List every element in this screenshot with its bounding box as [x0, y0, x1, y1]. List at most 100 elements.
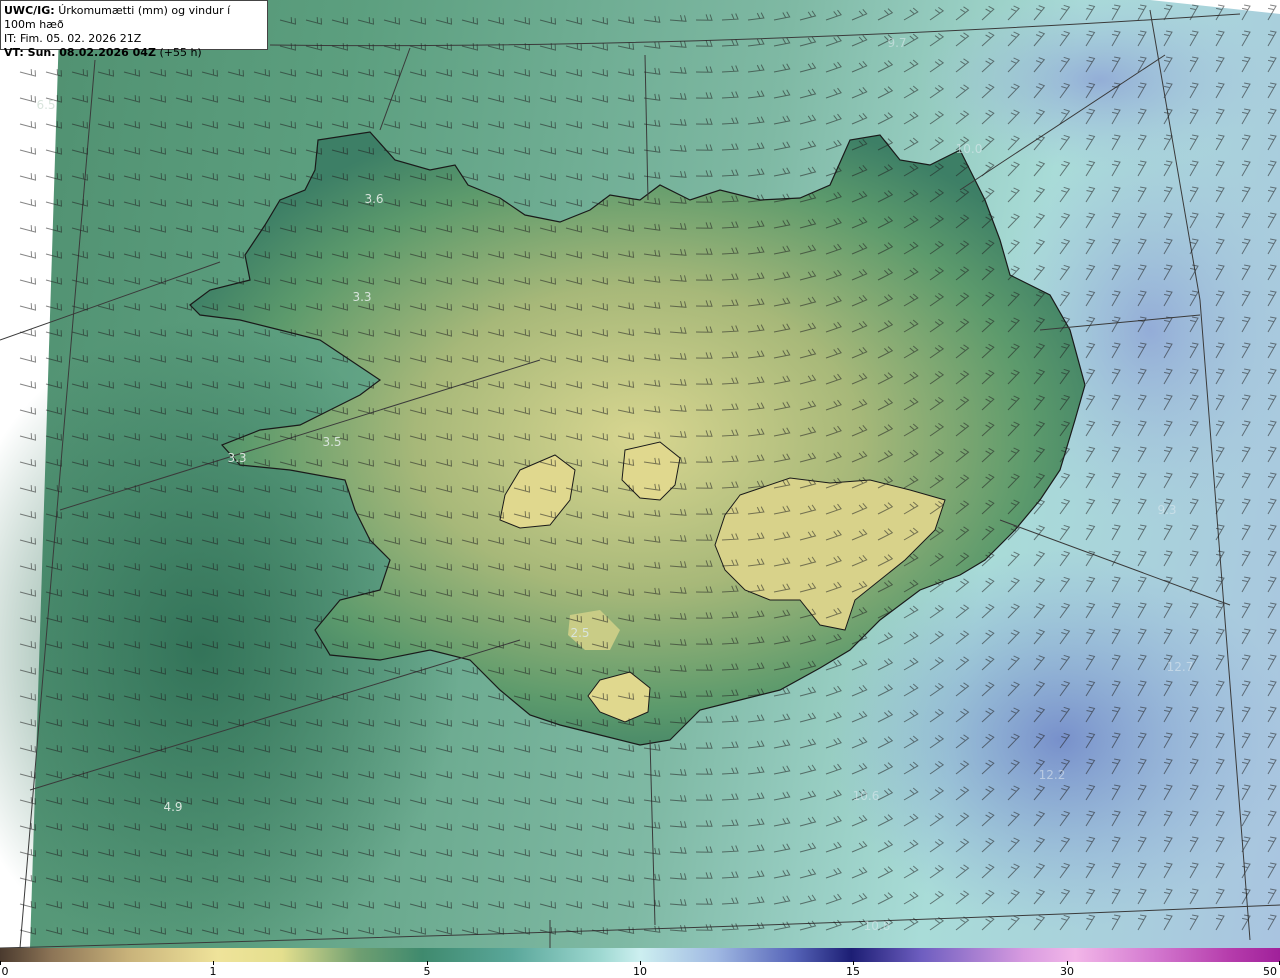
wind-barb	[45, 927, 63, 935]
field-value-label-11: 12.2	[1038, 768, 1066, 782]
wind-barb	[1163, 550, 1173, 567]
wind-barb	[513, 849, 531, 857]
field-value-label-4: 3.3	[227, 451, 247, 465]
wind-barb	[1267, 186, 1277, 203]
wind-barb	[669, 872, 687, 880]
wind-barb	[1241, 134, 1251, 151]
wind-barb	[461, 823, 479, 831]
wind-barb	[123, 199, 141, 207]
wind-barb	[97, 277, 115, 285]
wind-barb	[1267, 160, 1277, 177]
wind-barb	[279, 69, 297, 77]
wind-barb	[1111, 524, 1121, 541]
wind-barb	[123, 95, 141, 103]
wind-barb	[123, 277, 141, 285]
wind-barb	[1267, 108, 1277, 125]
wind-barb	[227, 147, 245, 155]
wind-barb	[695, 846, 713, 853]
wind-barb	[279, 173, 297, 181]
wind-barb	[461, 771, 479, 779]
wind-barb	[591, 875, 609, 883]
wind-barb	[383, 927, 401, 935]
wind-barb	[565, 745, 583, 753]
wind-barb	[383, 121, 401, 129]
wind-barb	[617, 744, 635, 753]
wind-barb	[461, 849, 479, 857]
wind-barb	[409, 95, 427, 103]
wind-barb	[695, 40, 713, 47]
wind-barb	[461, 719, 479, 727]
wind-barb	[487, 147, 505, 155]
wind-barb	[1241, 602, 1251, 619]
wind-barb	[721, 767, 739, 775]
wind-barb	[825, 867, 842, 879]
wind-barb	[1241, 862, 1251, 879]
wind-barb	[695, 742, 713, 749]
field-value-label-7: 9.7	[887, 36, 907, 50]
wind-barb	[383, 901, 401, 909]
wind-barb	[695, 898, 713, 905]
wind-barb	[721, 741, 739, 749]
wind-barb	[461, 797, 479, 805]
model-code: UWC/IG:	[4, 4, 55, 17]
wind-barb	[435, 43, 453, 51]
wind-barb	[851, 60, 868, 73]
wind-barb	[747, 792, 765, 801]
wind-barb	[513, 17, 531, 25]
wind-barb	[461, 693, 479, 701]
wind-barb	[617, 16, 635, 25]
wind-barb	[1241, 550, 1251, 567]
wind-barb	[669, 742, 687, 750]
wind-barb	[773, 63, 791, 73]
wind-barb	[513, 147, 531, 155]
wind-barb	[305, 69, 323, 77]
lead-time: (+55 h)	[159, 46, 202, 59]
wind-barb	[591, 147, 609, 155]
wind-barb	[97, 173, 115, 181]
wind-barb	[617, 68, 635, 77]
wind-barb	[461, 69, 479, 77]
wind-barb	[1215, 888, 1225, 905]
wind-barb	[565, 823, 583, 831]
wind-barb	[565, 199, 583, 207]
wind-barb	[227, 199, 245, 207]
wind-barb	[279, 95, 297, 103]
wind-barb	[461, 927, 479, 935]
wind-barb	[357, 43, 375, 51]
wind-barb	[253, 199, 271, 207]
wind-barb	[565, 797, 583, 805]
wind-barb	[513, 719, 531, 727]
wind-barb	[461, 667, 479, 675]
wind-barb	[97, 69, 115, 77]
wind-barb	[903, 891, 919, 905]
wind-barb	[487, 771, 505, 779]
wind-barb	[97, 329, 115, 337]
wind-barb	[539, 95, 557, 103]
wind-barb	[825, 87, 842, 99]
wind-barb	[747, 896, 765, 905]
wind-barb	[539, 69, 557, 77]
wind-barb	[539, 17, 557, 25]
wind-barb	[409, 121, 427, 129]
wind-barb	[773, 713, 791, 723]
wind-barb	[773, 921, 791, 931]
wind-barb	[643, 899, 661, 907]
wind-barb	[409, 849, 427, 857]
map-area[interactable]: 6.5 3.6 3.3 3.5 3.3 2.5 4.9 9.7 10.0 9.3…	[0, 0, 1280, 948]
wind-barb	[513, 823, 531, 831]
wind-barb	[1189, 550, 1199, 567]
colorbar: 0 1 5 10 15 30 50	[0, 948, 1280, 978]
wind-barb	[825, 893, 842, 905]
wind-barb	[617, 172, 635, 181]
wind-barb	[175, 251, 193, 259]
wind-barb	[1241, 524, 1251, 541]
wind-barb	[539, 121, 557, 129]
wind-barb	[97, 121, 115, 129]
wind-barb	[565, 69, 583, 77]
wind-barb	[825, 113, 842, 125]
wind-barb	[1267, 628, 1277, 645]
wind-barb	[409, 69, 427, 77]
wind-barb	[799, 10, 817, 21]
wind-barb	[435, 901, 453, 909]
wind-barb	[773, 115, 791, 125]
